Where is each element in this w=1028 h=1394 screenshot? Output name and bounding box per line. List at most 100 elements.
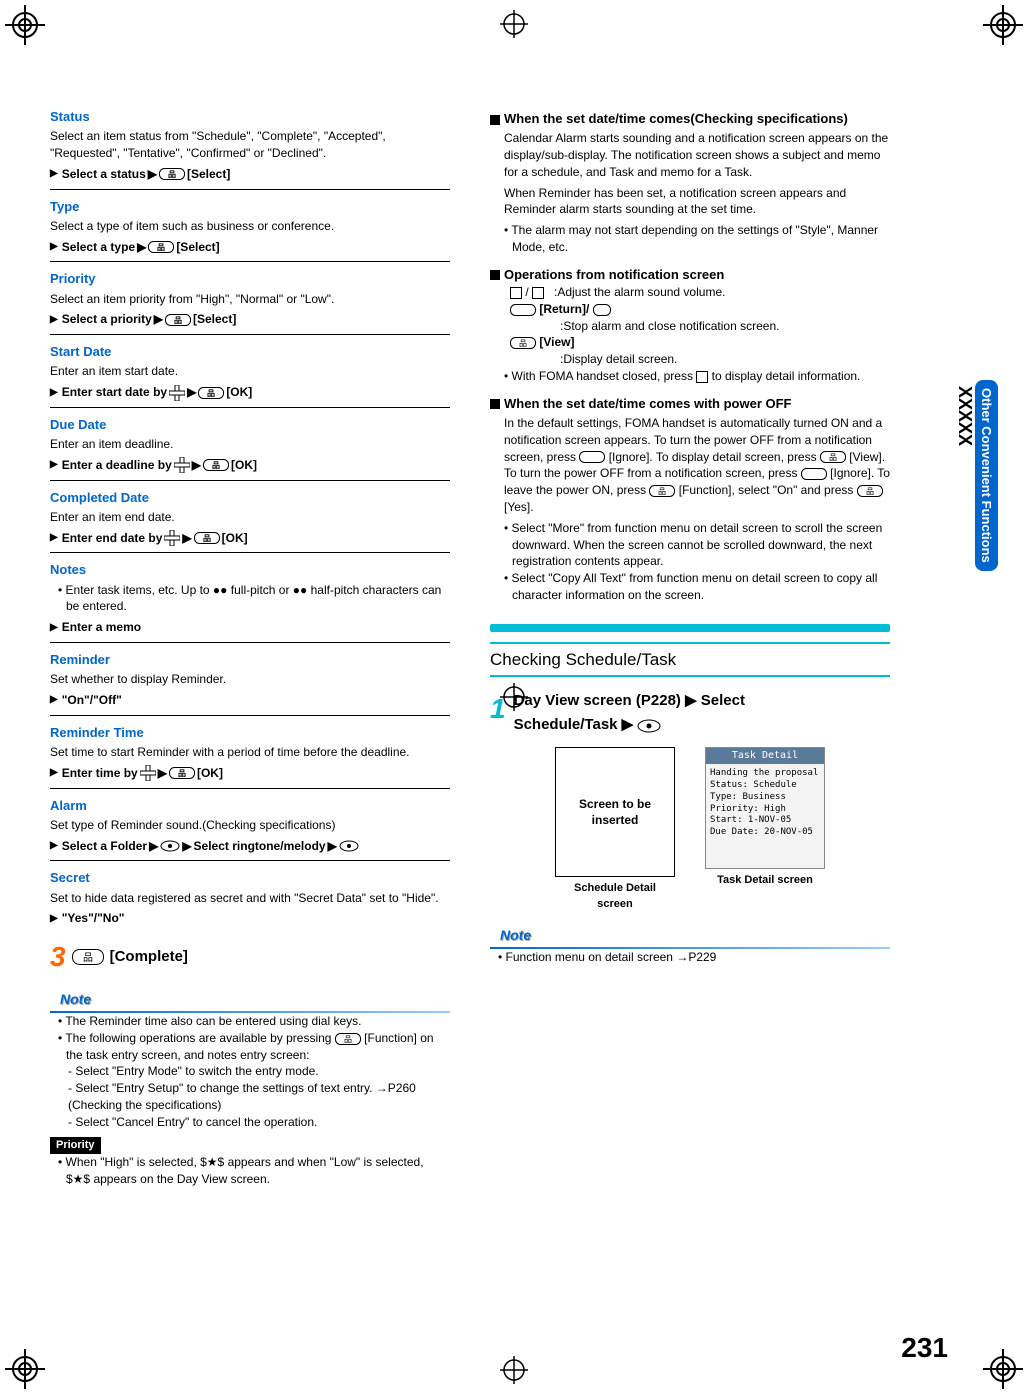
priority-note: • When "High" is selected, $★$ appears a… [58, 1154, 450, 1188]
step-1-text: Day View screen (P228) ▶ Select Schedule… [514, 689, 745, 737]
completeddate-desc: Enter an item end date. [50, 509, 450, 526]
note-subitem: - Select "Cancel Entry" to cancel the op… [68, 1114, 450, 1131]
svg-text:品: 品 [178, 769, 186, 778]
task-detail-line: Start: 1-NOV-05 [710, 815, 820, 827]
remindertime-action: Enter time by ▶ 品 [OK] [50, 765, 450, 782]
notes-action: Enter a memo [50, 619, 450, 636]
softkey-icon: 品 [335, 1033, 361, 1045]
side-tab: Other Convenient Functions XXXXX [954, 380, 998, 571]
key-icon [696, 371, 708, 383]
content-columns: Status Select an item status from "Sched… [50, 100, 978, 1188]
svg-text:品: 品 [829, 453, 837, 462]
softkey-icon: 品 [159, 168, 185, 180]
h3-bullet-2: • Select "Copy All Text" from function m… [504, 570, 890, 604]
screen-placeholder: Screen to be inserted [555, 747, 675, 877]
svg-text:品: 品 [207, 389, 215, 398]
type-action: Select a type ▶ 品 [Select] [50, 239, 450, 256]
op-line-2: [Return]/ [510, 301, 890, 318]
type-title: Type [50, 198, 450, 216]
side-tab-code: XXXXX [954, 386, 975, 571]
startdate-action: Enter start date by ▶ 品 [OK] [50, 384, 450, 401]
secret-desc: Set to hide data registered as secret an… [50, 890, 450, 907]
alarm-desc: Set type of Reminder sound.(Checking spe… [50, 817, 450, 834]
screen-examples: Screen to be inserted Schedule Detail sc… [490, 747, 890, 912]
task-detail-box: Task Detail Handing the proposal Status:… [705, 747, 825, 912]
h3-p1: In the default settings, FOMA handset is… [504, 415, 890, 516]
task-detail-line: Handing the proposal [710, 768, 820, 780]
secret-title: Secret [50, 869, 450, 887]
svg-text:品: 品 [344, 1035, 352, 1044]
h3-bullet-1: • Select "More" from function menu on de… [504, 520, 890, 570]
softkey-icon: 品 [649, 485, 675, 497]
note-header: Note [50, 990, 450, 1013]
dpad-icon [140, 765, 156, 781]
priority-action: Select a priority ▶ 品 [Select] [50, 311, 450, 328]
registration-mark-icon [5, 5, 45, 45]
op-line-3b: :Display detail screen. [560, 351, 890, 368]
softkey-icon: 品 [857, 485, 883, 497]
softkey-icon [579, 451, 605, 463]
registration-mark-icon [983, 5, 1023, 45]
complete-label: [Complete] [110, 946, 188, 967]
alarm-title: Alarm [50, 797, 450, 815]
op-line-2b: :Stop alarm and close notification scree… [560, 318, 890, 335]
duedate-action: Enter a deadline by ▶ 品 [OK] [50, 457, 450, 474]
op-line-3: 品 [View] [510, 334, 890, 351]
softkey-icon: 品 [820, 451, 846, 463]
svg-text:品: 品 [174, 316, 182, 325]
checking-schedule-title: Checking Schedule/Task [490, 642, 890, 678]
op-line-1: / :Adjust the alarm sound volume. [510, 284, 890, 301]
priority-desc: Select an item priority from "High", "No… [50, 291, 450, 308]
task-detail-body: Handing the proposal Status: Schedule Ty… [706, 764, 824, 842]
softkey-icon: 品 [198, 387, 224, 399]
softkey-icon: 品 [510, 337, 536, 349]
side-tab-label: Other Convenient Functions [975, 380, 998, 571]
svg-text:品: 品 [83, 952, 93, 964]
section-divider [490, 624, 890, 632]
secret-action: "Yes"/"No" [50, 910, 450, 927]
subheader-1: When the set date/time comes(Checking sp… [490, 110, 890, 128]
softkey-icon: 品 [194, 532, 220, 544]
priority-title: Priority [50, 270, 450, 288]
completeddate-title: Completed Date [50, 489, 450, 507]
crosshair-icon [500, 10, 528, 38]
svg-text:品: 品 [519, 339, 527, 348]
h2-bullet: • With FOMA handset closed, press to dis… [504, 368, 890, 385]
dpad-icon [164, 530, 180, 546]
task-detail-screen: Task Detail Handing the proposal Status:… [705, 747, 825, 869]
note-label-2: Note [490, 925, 541, 945]
center-key-icon [160, 840, 180, 852]
remindertime-desc: Set time to start Reminder with a period… [50, 744, 450, 761]
softkey-icon [510, 304, 536, 316]
task-detail-line: Type: Business [710, 792, 820, 804]
status-action: Select a status ▶ 品 [Select] [50, 166, 450, 183]
softkey-icon: 品 [203, 459, 229, 471]
h1-p1: Calendar Alarm starts sounding and a not… [504, 130, 890, 180]
duedate-title: Due Date [50, 416, 450, 434]
status-title: Status [50, 108, 450, 126]
center-key-icon [637, 719, 661, 733]
task-detail-line: Due Date: 20-NOV-05 [710, 827, 820, 839]
crosshair-icon [500, 683, 528, 711]
duedate-desc: Enter an item deadline. [50, 436, 450, 453]
registration-mark-icon [5, 1349, 45, 1389]
registration-mark-icon [983, 1349, 1023, 1389]
left-column: Status Select an item status from "Sched… [50, 100, 450, 1188]
svg-text:品: 品 [157, 243, 165, 252]
reminder-action: "On"/"Off" [50, 692, 450, 709]
h1-bullet: • The alarm may not start depending on t… [504, 222, 890, 256]
note-item: • The Reminder time also can be entered … [58, 1013, 450, 1030]
task-detail-line: Status: Schedule [710, 780, 820, 792]
svg-text:品: 品 [866, 487, 874, 496]
startdate-desc: Enter an item start date. [50, 363, 450, 380]
schedule-detail-caption: Schedule Detail screen [555, 881, 675, 912]
svg-text:品: 品 [203, 534, 211, 543]
softkey-icon: 品 [169, 767, 195, 779]
task-detail-caption: Task Detail screen [705, 873, 825, 888]
alarm-action: Select a Folder ▶ ▶ Select ringtone/melo… [50, 838, 450, 855]
status-desc: Select an item status from "Schedule", "… [50, 128, 450, 162]
schedule-detail-box: Screen to be inserted Schedule Detail sc… [555, 747, 675, 912]
note-subitem: - Select "Entry Setup" to change the set… [68, 1080, 450, 1114]
softkey-icon [801, 468, 827, 480]
page-number: 231 [901, 1332, 948, 1364]
